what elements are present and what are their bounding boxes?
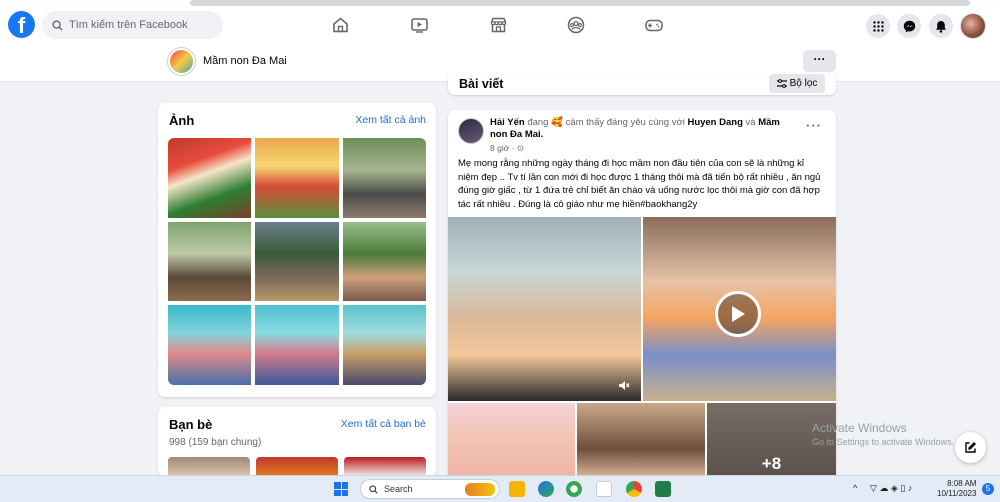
groups-icon[interactable]: [566, 16, 586, 34]
post-header: Hải Yến đang 🥰 cảm thấy đáng yêu cùng vớ…: [490, 117, 790, 141]
post-photo-3[interactable]: [577, 403, 705, 480]
page-avatar[interactable]: [168, 48, 195, 75]
taskbar-clock[interactable]: 8:08 AM 10/11/2023: [937, 479, 976, 499]
volume-icon[interactable]: [618, 380, 630, 394]
photos-grid: [168, 138, 426, 385]
photo-thumb[interactable]: [255, 138, 339, 218]
messenger-icon[interactable]: [897, 14, 921, 38]
top-navbar: f Tìm kiếm trên Facebook: [0, 8, 1000, 44]
search-icon: [52, 19, 63, 31]
post-photo-1[interactable]: [448, 217, 641, 401]
post-video[interactable]: [643, 217, 836, 401]
excel-icon[interactable]: [655, 481, 671, 497]
post-tag-1[interactable]: Huyen Dang: [687, 117, 742, 128]
chrome-icon[interactable]: [626, 481, 642, 497]
gaming-icon[interactable]: [644, 16, 664, 34]
photos-title: Ảnh: [169, 113, 195, 128]
home-icon[interactable]: [330, 16, 350, 34]
profile-avatar[interactable]: [960, 13, 986, 39]
compose-icon: [965, 442, 976, 453]
photos-card: Ảnh Xem tất cả ảnh: [158, 103, 436, 397]
post-author-avatar[interactable]: [458, 118, 484, 144]
post-options-button[interactable]: ···: [806, 118, 822, 133]
facebook-logo-icon[interactable]: f: [8, 11, 35, 38]
taskbar-search[interactable]: Search: [360, 479, 500, 499]
friends-count: 998 (159 bạn chung): [169, 437, 262, 448]
post-and: và: [745, 117, 756, 128]
photo-thumb[interactable]: [342, 138, 426, 218]
app-icon-notification[interactable]: [596, 481, 612, 497]
friends-title: Bạn bè: [169, 417, 213, 432]
friend-thumb[interactable]: [256, 457, 338, 477]
post-card: Hải Yến đang 🥰 cảm thấy đáng yêu cùng vớ…: [448, 110, 836, 480]
new-message-button[interactable]: [955, 432, 986, 463]
search-input[interactable]: Tìm kiếm trên Facebook: [42, 11, 223, 39]
edge-browser-icon[interactable]: [538, 481, 554, 497]
clock-time: 8:08 AM: [947, 479, 977, 488]
windows-start-icon[interactable]: [334, 482, 348, 496]
filter-icon: [776, 79, 787, 88]
search-placeholder: Tìm kiếm trên Facebook: [69, 19, 188, 31]
photo-thumb[interactable]: [168, 221, 252, 302]
file-explorer-icon[interactable]: [509, 481, 525, 497]
photo-thumb[interactable]: [255, 221, 339, 302]
posts-title: Bài viết: [459, 77, 504, 91]
watermark-subtitle: Go to Settings to activate Windows.: [812, 437, 955, 447]
app-icon-green[interactable]: [566, 481, 582, 497]
scroll-indicator[interactable]: [190, 0, 970, 6]
friends-card: Bạn bè Xem tất cả bạn bè 998 (159 bạn ch…: [158, 407, 436, 477]
menu-grid-icon[interactable]: [866, 14, 890, 38]
clock-date: 10/11/2023: [937, 489, 977, 498]
search-icon: [369, 484, 378, 494]
search-highlight-icon: [465, 482, 495, 496]
friend-thumbs: [168, 457, 426, 477]
photo-thumb[interactable]: [342, 305, 426, 385]
friend-thumb[interactable]: [168, 457, 250, 477]
play-icon[interactable]: [715, 291, 761, 337]
page-more-button[interactable]: ···: [803, 50, 836, 72]
see-all-photos-link[interactable]: Xem tất cả ảnh: [355, 114, 426, 126]
photo-thumb[interactable]: [255, 305, 339, 385]
see-all-friends-link[interactable]: Xem tất cả bạn bè: [341, 418, 426, 430]
posts-header: Bài viết Bộ lọc: [448, 73, 836, 95]
taskbar-search-label: Search: [384, 484, 413, 494]
watermark-title: Activate Windows: [812, 421, 907, 435]
page-name[interactable]: Mầm non Đa Mai: [203, 55, 287, 67]
post-timestamp[interactable]: 8 giờ · ⊙: [490, 143, 524, 154]
filter-button[interactable]: Bộ lọc: [769, 74, 825, 93]
windows-taskbar: Search ^ ▽ ☁ ◈ ▯ ♪ 8:08 AM 10/11/2023 5: [0, 475, 1000, 502]
photo-thumb[interactable]: [168, 138, 252, 218]
tray-icons[interactable]: ▽ ☁ ◈ ▯ ♪: [870, 483, 912, 494]
filter-label: Bộ lọc: [789, 78, 818, 89]
post-text: Mẹ mong rằng những ngày tháng đi học mầm…: [458, 158, 821, 210]
post-feeling: đang 🥰 cảm thấy đáng yêu cùng với: [527, 117, 685, 128]
friend-thumb[interactable]: [344, 457, 426, 477]
notifications-bell-icon[interactable]: [929, 14, 953, 38]
photo-thumb[interactable]: [342, 221, 426, 302]
browser-scroll-strip: [0, 0, 1000, 8]
notification-badge[interactable]: 5: [982, 483, 994, 495]
activate-windows-watermark: Activate Windows Go to Settings to activ…: [812, 421, 954, 449]
photo-thumb[interactable]: [168, 305, 252, 385]
post-author[interactable]: Hải Yến: [490, 117, 525, 128]
tray-expand-icon[interactable]: ^: [853, 483, 857, 493]
marketplace-icon[interactable]: [488, 16, 508, 34]
post-photo-2[interactable]: [448, 403, 575, 480]
more-photos-count[interactable]: +8: [707, 454, 836, 474]
video-icon[interactable]: [409, 16, 429, 34]
